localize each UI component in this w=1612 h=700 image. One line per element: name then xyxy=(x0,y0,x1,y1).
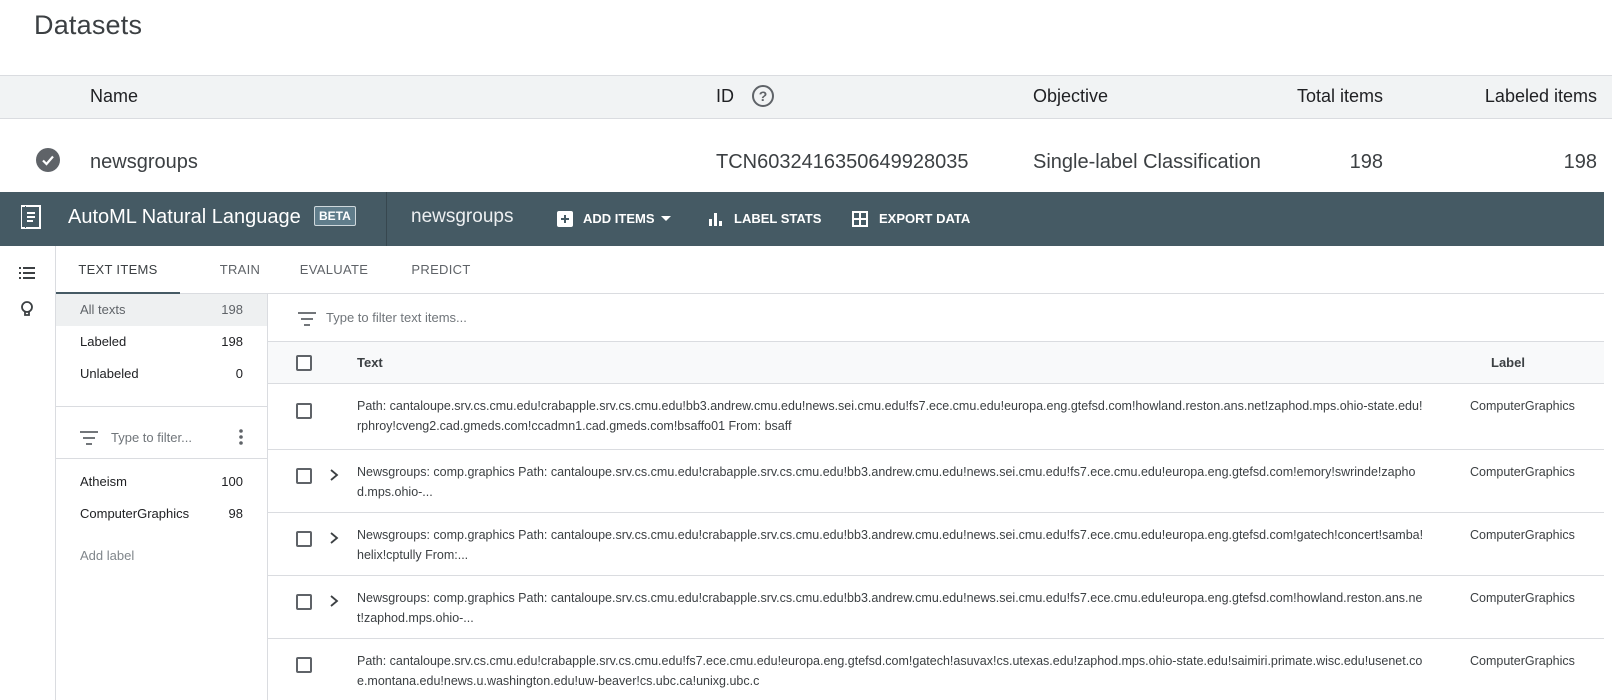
row-text: Newsgroups: comp.graphics Path: cantalou… xyxy=(357,465,1416,499)
column-labeled-items[interactable]: Labeled items xyxy=(1485,86,1597,107)
dataset-total-items: 198 xyxy=(1349,151,1383,173)
current-dataset-name: newsgroups xyxy=(411,206,514,227)
add-label-link[interactable]: Add label xyxy=(80,548,134,563)
label-stats-label: LABEL STATS xyxy=(734,211,822,226)
filter-icon xyxy=(80,431,98,445)
row-label: ComputerGraphics xyxy=(1470,528,1575,542)
grid-icon xyxy=(852,211,868,227)
row-label: ComputerGraphics xyxy=(1470,654,1575,668)
dataset-id: TCN603241635064992803​5 xyxy=(716,151,969,173)
column-total-items[interactable]: Total items xyxy=(1297,86,1383,107)
datasets-table-header: Name ID ? Objective Total items Labeled … xyxy=(0,75,1612,119)
label-item-atheism[interactable]: Atheism 100 xyxy=(56,466,267,498)
tab-bar: TEXT ITEMS TRAIN EVALUATE PREDICT xyxy=(56,246,1604,294)
chevron-right-icon[interactable] xyxy=(327,468,341,482)
table-row[interactable]: Path: cantaloupe.srv.cs.cmu.edu!crabappl… xyxy=(268,639,1604,700)
column-text: Text xyxy=(357,355,383,370)
row-checkbox[interactable] xyxy=(296,531,312,547)
tab-predict[interactable]: PREDICT xyxy=(396,246,486,294)
more-vert-icon[interactable] xyxy=(239,429,243,445)
label-item-name: Atheism xyxy=(80,474,127,489)
row-text: Newsgroups: comp.graphics Path: cantalou… xyxy=(357,591,1423,625)
tab-text-items[interactable]: TEXT ITEMS xyxy=(56,246,180,294)
beta-badge: BETA xyxy=(314,206,356,226)
lightbulb-icon[interactable] xyxy=(18,300,36,318)
filter-icon xyxy=(298,312,316,326)
label-item-name: ComputerGraphics xyxy=(80,506,190,521)
row-label: ComputerGraphics xyxy=(1470,465,1575,479)
filter-unlabeled-count: 0 xyxy=(235,366,243,381)
panel-divider xyxy=(56,458,267,459)
dataset-name[interactable]: newsgroups xyxy=(90,151,198,174)
document-list-icon[interactable] xyxy=(20,204,42,230)
filter-all-texts-label: All texts xyxy=(80,302,126,317)
row-text: Newsgroups: comp.graphics Path: cantalou… xyxy=(357,528,1424,562)
row-label: ComputerGraphics xyxy=(1470,591,1575,605)
row-checkbox[interactable] xyxy=(296,468,312,484)
row-checkbox[interactable] xyxy=(296,403,312,419)
list-icon[interactable] xyxy=(18,264,36,282)
filter-all-texts-count: 198 xyxy=(221,302,243,317)
table-row[interactable]: Path: cantaloupe.srv.cs.cmu.edu!crabappl… xyxy=(268,384,1604,450)
add-box-icon xyxy=(557,211,573,227)
label-stats-button[interactable]: LABEL STATS xyxy=(707,209,821,229)
label-item-count: 98 xyxy=(228,506,243,521)
select-all-checkbox[interactable] xyxy=(296,355,312,371)
app-bar: AutoML Natural Language BETA newsgroups … xyxy=(0,192,1604,246)
help-icon[interactable]: ? xyxy=(752,85,774,107)
dataset-labeled-items: 198 xyxy=(1563,151,1597,173)
dataset-objective: Single-label Classification xyxy=(1033,151,1261,173)
page-title: Datasets xyxy=(34,10,143,40)
row-text: Path: cantaloupe.srv.cs.cmu.edu!crabappl… xyxy=(357,654,1423,688)
row-checkbox[interactable] xyxy=(296,594,312,610)
text-items-table: Type to filter text items... Text Label … xyxy=(268,294,1604,700)
filter-unlabeled[interactable]: Unlabeled 0 xyxy=(56,358,267,390)
row-text: Path: cantaloupe.srv.cs.cmu.edu!crabappl… xyxy=(357,399,1423,433)
dataset-row[interactable]: newsgroups TCN603241635064992803​5 Singl… xyxy=(0,120,1612,192)
filter-panel: All texts 198 Labeled 198 Unlabeled 0 Ty… xyxy=(56,294,268,700)
text-filter-bar[interactable]: Type to filter text items... xyxy=(268,294,1604,342)
row-label: ComputerGraphics xyxy=(1470,399,1575,413)
table-row[interactable]: Newsgroups: comp.graphics Path: cantalou… xyxy=(268,450,1604,513)
tab-train[interactable]: TRAIN xyxy=(200,246,280,294)
filter-labeled-label: Labeled xyxy=(80,334,127,349)
column-name[interactable]: Name xyxy=(90,86,138,107)
table-header: Text Label xyxy=(268,342,1604,384)
label-item-count: 100 xyxy=(221,474,243,489)
panel-divider xyxy=(56,406,267,407)
filter-labeled-count: 198 xyxy=(221,334,243,349)
label-filter-input[interactable]: Type to filter... xyxy=(111,430,192,445)
row-checkbox[interactable] xyxy=(296,657,312,673)
add-items-button[interactable]: ADD ITEMS xyxy=(557,209,675,229)
table-row[interactable]: Newsgroups: comp.graphics Path: cantalou… xyxy=(268,576,1604,639)
column-id[interactable]: ID xyxy=(716,86,734,107)
dropdown-arrow-icon xyxy=(661,216,671,221)
chevron-right-icon[interactable] xyxy=(327,594,341,608)
export-data-label: EXPORT DATA xyxy=(879,211,971,226)
column-label: Label xyxy=(1491,355,1525,370)
label-filter[interactable]: Type to filter... xyxy=(56,418,267,458)
bar-chart-icon xyxy=(709,213,722,226)
export-data-button[interactable]: EXPORT DATA xyxy=(852,209,970,229)
text-filter-input[interactable]: Type to filter text items... xyxy=(326,310,467,325)
tab-evaluate[interactable]: EVALUATE xyxy=(282,246,386,294)
app-title: AutoML Natural Language xyxy=(68,206,301,228)
column-objective[interactable]: Objective xyxy=(1033,86,1108,107)
add-items-label: ADD ITEMS xyxy=(583,211,655,226)
check-circle-icon xyxy=(36,148,60,172)
appbar-divider xyxy=(386,192,387,246)
left-rail xyxy=(0,246,56,700)
table-row[interactable]: Newsgroups: comp.graphics Path: cantalou… xyxy=(268,513,1604,576)
label-item-computergraphics[interactable]: ComputerGraphics 98 xyxy=(56,498,267,530)
filter-unlabeled-label: Unlabeled xyxy=(80,366,139,381)
chevron-right-icon[interactable] xyxy=(327,531,341,545)
filter-all-texts[interactable]: All texts 198 xyxy=(56,294,267,326)
filter-labeled[interactable]: Labeled 198 xyxy=(56,326,267,358)
